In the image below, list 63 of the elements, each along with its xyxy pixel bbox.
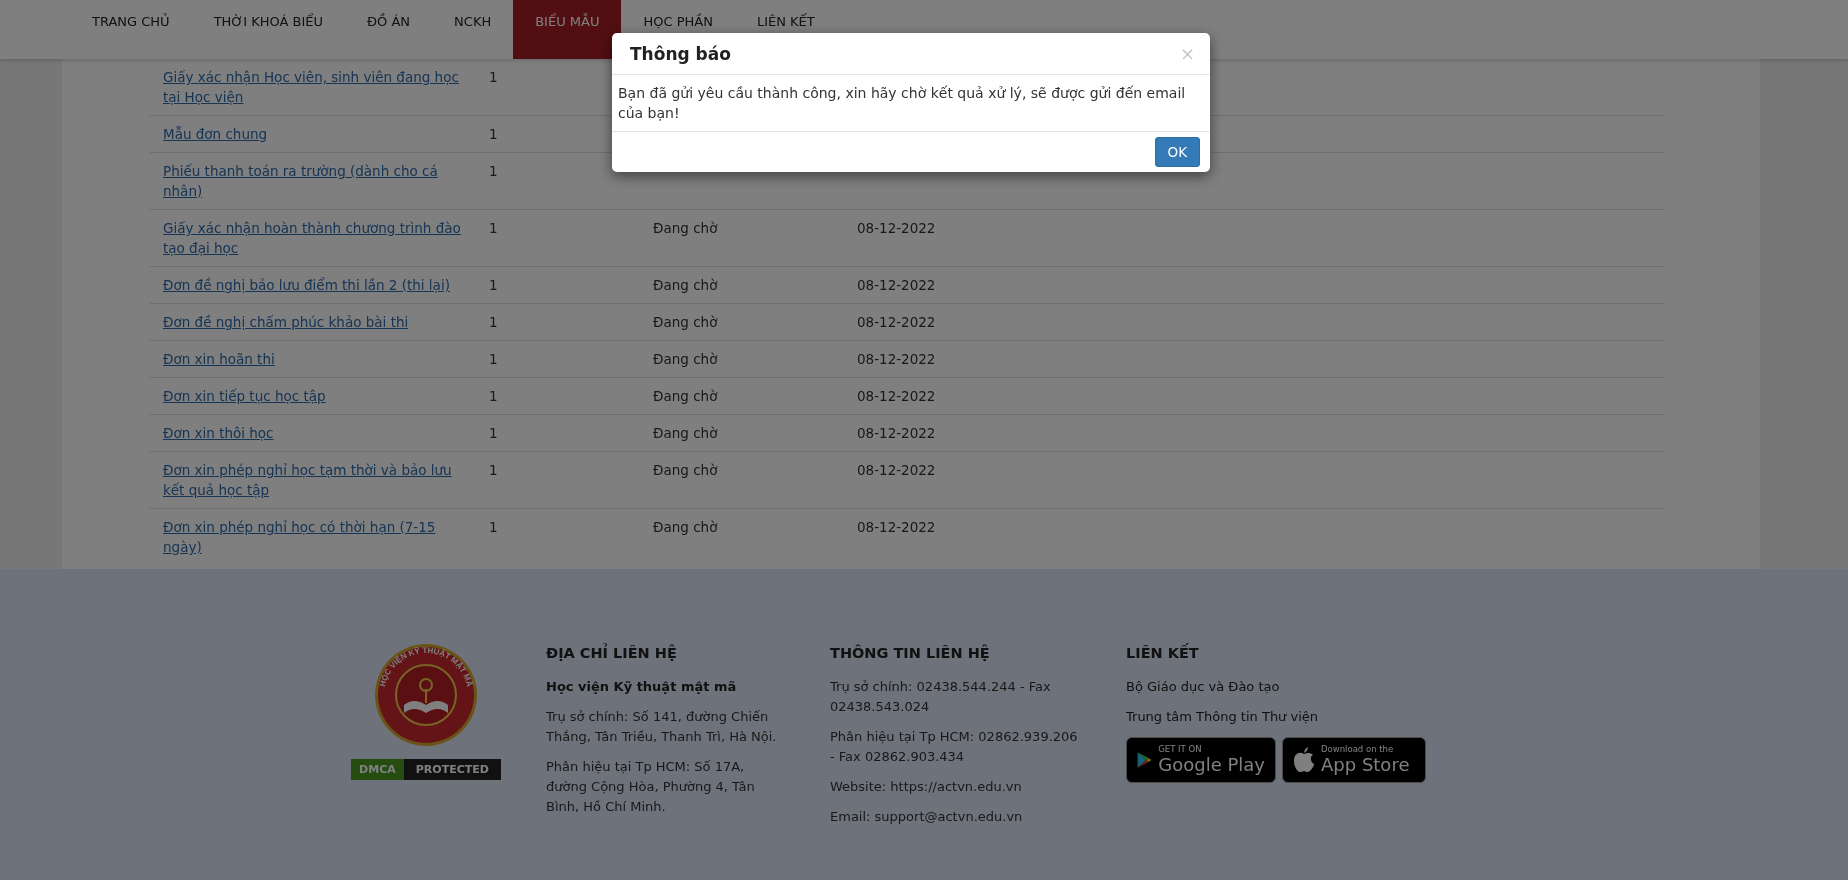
quantity-cell: 1 [489,163,498,179]
address-text: Phân hiệu tại Tp HCM: Số 17A, đường Cộng Hòa, Phường 4, Tân Bình, Hồ Chí Minh. [546,758,756,816]
form-link[interactable]: Đơn đề nghị chấm phúc khảo bài thi [163,312,409,332]
form-link[interactable]: Phiếu thanh toán ra trường (dành cho cá nhân) [163,161,463,201]
quantity-cell: 1 [489,277,498,293]
ok-button[interactable]: OK [1154,137,1200,167]
footer-heading: THÔNG TIN LIÊN HỆ [830,643,991,663]
organization-name: Học viện Kỹ thuật mật mã [546,678,738,696]
form-link[interactable]: Giấy xác nhận hoàn thành chương trình đào tạo đại học [163,218,463,258]
date-cell: 08-12-2022 [857,519,936,535]
quantity-cell: 1 [489,351,498,367]
nav-tab[interactable]: NCKH [432,0,514,59]
address-text: Trụ sở chính: Số 141, đường Chiến Thắng, Tân Triều, Thanh Trì, Hà Nội. [546,708,778,746]
footer-link[interactable]: Trung tâm Thông tin Thư viện [1126,709,1319,724]
dialog-title: Thông báo [630,43,731,64]
date-cell: 08-12-2022 [857,388,936,404]
nav-tab[interactable]: THỜI KHOÁ BIỂU [191,0,345,59]
footer-heading: ĐỊA CHỈ LIÊN HỆ [546,643,678,663]
quantity-cell: 1 [489,519,498,535]
apple-icon [1293,747,1315,773]
footer-heading: LIÊN KẾT [1126,643,1200,663]
date-cell: 08-12-2022 [857,314,936,330]
quantity-cell: 1 [489,388,498,404]
status-cell: Đang chờ [653,462,718,478]
date-cell: 08-12-2022 [857,277,936,293]
date-cell: 08-12-2022 [857,351,936,367]
status-cell: Đang chờ [653,388,718,404]
form-link[interactable]: Đơn đề nghị bảo lưu điểm thi lần 2 (thi lại) [163,275,450,295]
form-link[interactable]: Đơn xin thôi học [163,423,274,443]
form-link[interactable]: Đơn xin tiếp tục học tập [163,386,326,406]
dialog-message: Bạn đã gửi yêu cầu thành công, xin hãy chờ kết quả xử lý, sẽ được gửi đến email của bạn! [618,84,1187,123]
quantity-cell: 1 [489,220,498,236]
contact-text: Phân hiệu tại Tp HCM: 02862.939.206 - Fax 02862.903.434 [830,728,1079,766]
app-store-badge[interactable]: Download on the App Store [1282,737,1426,783]
form-link[interactable]: Đơn xin phép nghỉ học tạm thời và bảo lưu kết quả học tập [163,460,463,500]
quantity-cell: 1 [489,425,498,441]
contact-text: Trụ sở chính: 02438.544.244 - Fax 02438.543.024 [830,678,1052,716]
status-cell: Đang chờ [653,425,718,441]
nav-tab[interactable]: ĐỒ ÁN [345,0,433,59]
quantity-cell: 1 [489,314,498,330]
google-play-badge[interactable]: GET IT ON Google Play [1126,737,1276,783]
contact-text: Email: support@actvn.edu.vn [830,808,1024,826]
form-link[interactable]: Giấy xác nhận Học viên, sinh viên đang học tại Học viện [163,67,463,107]
status-cell: Đang chờ [653,277,718,293]
quantity-cell: 1 [489,462,498,478]
date-cell: 08-12-2022 [857,462,936,478]
status-cell: Đang chờ [653,519,718,535]
status-cell: Đang chờ [653,220,718,236]
nav-tab[interactable]: BIỂU MẪU [513,0,622,59]
nav-tab[interactable]: TRANG CHỦ [70,0,192,59]
footer-link[interactable]: Bộ Giáo dục và Đào tạo [1126,679,1280,694]
contact-text: Website: https://actvn.edu.vn [830,778,1023,796]
form-link[interactable]: Đơn xin hoãn thi [163,349,275,369]
quantity-cell: 1 [489,69,498,85]
form-link[interactable]: Mẫu đơn chung [163,124,268,144]
date-cell: 08-12-2022 [857,425,936,441]
dmca-label: DMCA [351,759,404,780]
date-cell: 08-12-2022 [857,220,936,236]
protected-label: PROTECTED [403,759,501,780]
status-cell: Đang chờ [653,314,718,330]
form-link[interactable]: Đơn xin phép nghỉ học có thời hạn (7-15 ngày) [163,517,463,557]
quantity-cell: 1 [489,126,498,142]
status-cell: Đang chờ [653,351,718,367]
